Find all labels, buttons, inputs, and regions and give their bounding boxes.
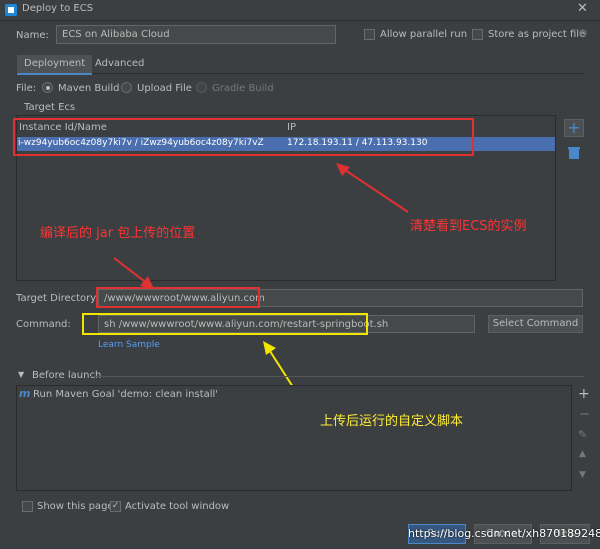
show-page-label: Show this page bbox=[37, 501, 114, 512]
learn-sample-link[interactable]: Learn Sample bbox=[98, 340, 160, 350]
before-launch-divider bbox=[90, 376, 584, 377]
watermark-text: https://blog.csdn.net/xh870189248 bbox=[408, 527, 600, 540]
before-launch-list: m Run Maven Goal 'demo: clean install' bbox=[16, 385, 572, 491]
edit-task-icon[interactable]: ✎ bbox=[578, 428, 587, 441]
store-project-checkbox[interactable] bbox=[472, 29, 483, 40]
move-down-icon[interactable]: ▼ bbox=[579, 470, 586, 480]
show-page-checkbox[interactable] bbox=[22, 501, 33, 512]
before-launch-item-text: Run Maven Goal 'demo: clean install' bbox=[33, 389, 219, 400]
move-up-icon[interactable]: ▲ bbox=[579, 449, 586, 459]
gradle-build-label: Gradle Build bbox=[212, 83, 274, 94]
command-label: Command: bbox=[16, 319, 71, 330]
gear-icon[interactable]: ⚙ bbox=[578, 27, 588, 40]
store-project-label: Store as project file bbox=[488, 29, 586, 40]
window-title: Deploy to ECS bbox=[22, 3, 94, 14]
maven-build-radio[interactable] bbox=[42, 82, 53, 93]
tab-advanced[interactable]: Advanced bbox=[88, 55, 151, 73]
add-task-icon[interactable]: + bbox=[578, 386, 590, 402]
arrow-ecs bbox=[336, 163, 409, 213]
trash-icon[interactable] bbox=[568, 146, 580, 160]
file-label: File: bbox=[16, 83, 37, 94]
upload-file-radio[interactable] bbox=[121, 82, 132, 93]
target-dir-label: Target Directory: bbox=[16, 293, 99, 304]
tab-deployment[interactable]: Deployment bbox=[17, 55, 93, 75]
name-value: ECS on Alibaba Cloud bbox=[62, 29, 170, 40]
allow-parallel-checkbox[interactable] bbox=[364, 29, 375, 40]
list-item[interactable]: m Run Maven Goal 'demo: clean install' bbox=[17, 387, 571, 403]
tabs-divider bbox=[16, 73, 584, 74]
activate-tool-checkbox[interactable]: ✓ bbox=[110, 501, 121, 512]
title-bar: Deploy to ECS ✕ bbox=[0, 0, 600, 21]
before-launch-toggle-icon[interactable]: ▼ bbox=[18, 370, 24, 379]
upload-file-label: Upload File bbox=[137, 83, 192, 94]
allow-parallel-label: Allow parallel run bbox=[380, 29, 468, 40]
activate-tool-label: Activate tool window bbox=[125, 501, 230, 512]
annotation-ecs-instance: 清楚看到ECS的实例 bbox=[410, 219, 527, 234]
name-input[interactable]: ECS on Alibaba Cloud bbox=[56, 25, 336, 44]
gradle-build-radio[interactable] bbox=[196, 82, 207, 93]
annotation-jar-location: 编译后的 jar 包上传的位置 bbox=[40, 226, 196, 241]
add-icon[interactable]: + bbox=[564, 119, 584, 137]
command-highlight-box bbox=[82, 313, 368, 335]
ecs-highlight-box bbox=[13, 118, 474, 156]
target-dir-highlight-box bbox=[96, 287, 260, 308]
maven-icon: m bbox=[19, 387, 31, 400]
annotation-custom-script: 上传后运行的自定义脚本 bbox=[320, 414, 464, 429]
name-label: Name: bbox=[16, 30, 49, 41]
close-icon[interactable]: ✕ bbox=[577, 1, 588, 16]
target-ecs-label: Target Ecs bbox=[24, 102, 76, 113]
maven-build-label: Maven Build bbox=[58, 83, 120, 94]
intellij-app-icon bbox=[5, 4, 17, 16]
remove-task-icon[interactable]: − bbox=[579, 407, 590, 422]
select-command-button[interactable]: Select Command bbox=[488, 315, 583, 333]
